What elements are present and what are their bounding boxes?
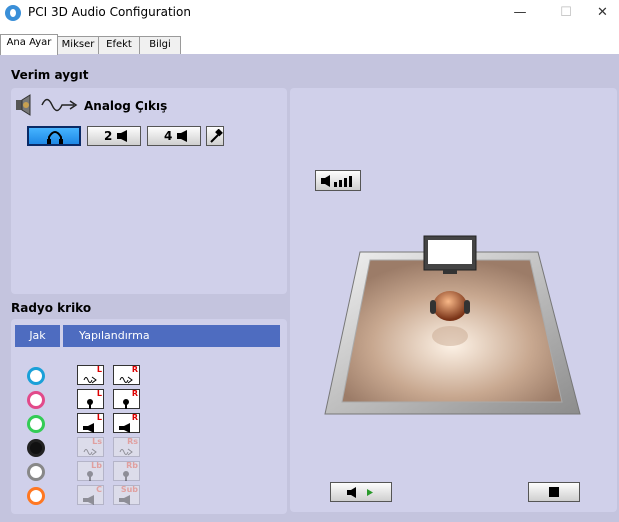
analog-output-label: Analog Çıkış bbox=[84, 99, 168, 113]
channel-icon bbox=[82, 370, 97, 384]
channel-icon bbox=[82, 394, 94, 409]
window-title: PCI 3D Audio Configuration bbox=[28, 5, 191, 19]
tab-bilgi[interactable]: Bilgi bbox=[139, 36, 181, 54]
stop-button[interactable] bbox=[528, 482, 580, 502]
play-speaker-icon bbox=[347, 487, 373, 498]
four-speaker-label: 4 bbox=[164, 129, 173, 143]
channel-label: R bbox=[131, 413, 138, 422]
channel-icon bbox=[82, 418, 94, 433]
jack-section-title: Radyo kriko bbox=[11, 301, 92, 315]
3d-room-scene bbox=[324, 235, 581, 415]
jack-right-channel-button[interactable]: R bbox=[113, 389, 140, 409]
channel-icon bbox=[82, 490, 94, 505]
jack-panel bbox=[11, 319, 287, 514]
listener-head-icon bbox=[433, 291, 467, 321]
jack-left-channel-button[interactable]: L bbox=[77, 365, 104, 385]
jack-right-channel-button[interactable]: R bbox=[113, 365, 140, 385]
jack-column-header: Jak bbox=[15, 325, 60, 347]
channel-label: R bbox=[131, 389, 138, 398]
jack-color-icon[interactable] bbox=[27, 391, 45, 409]
jack-color-icon[interactable] bbox=[27, 367, 45, 385]
tab-strip: Ana Ayar Mikser Efekt Bilgi bbox=[0, 34, 619, 55]
config-column-header: Yapılandırma bbox=[63, 325, 280, 347]
hammer-icon bbox=[210, 129, 223, 143]
channel-label: L bbox=[96, 365, 102, 374]
channel-label: C bbox=[96, 485, 102, 494]
headphones-button[interactable] bbox=[27, 126, 81, 146]
jack-right-channel-button[interactable]: Rb bbox=[113, 461, 140, 481]
jack-right-channel-button[interactable]: Rs bbox=[113, 437, 140, 457]
device-section-title: Verim aygıt bbox=[11, 68, 89, 82]
jack-color-icon[interactable] bbox=[27, 415, 45, 433]
device-panel bbox=[11, 88, 287, 294]
channel-label: R bbox=[131, 365, 138, 374]
channel-label: L bbox=[96, 389, 102, 398]
channel-icon bbox=[118, 418, 130, 433]
volume-level-icon bbox=[321, 175, 352, 187]
two-speaker-button[interactable]: 2 bbox=[87, 126, 141, 146]
jack-left-channel-button[interactable]: C bbox=[77, 485, 104, 505]
jack-left-channel-button[interactable]: Lb bbox=[77, 461, 104, 481]
volume-button[interactable] bbox=[315, 170, 361, 191]
channel-icon bbox=[118, 394, 130, 409]
two-speaker-label: 2 bbox=[104, 129, 113, 143]
jack-left-channel-button[interactable]: L bbox=[77, 389, 104, 409]
main-content: Verim aygıt Analog Çıkış 2 4 Radyo kriko… bbox=[0, 54, 619, 522]
play-button[interactable] bbox=[330, 482, 392, 502]
four-speaker-button[interactable]: 4 bbox=[147, 126, 201, 146]
close-button[interactable]: ✕ bbox=[586, 0, 619, 28]
channel-label: Sub bbox=[120, 485, 138, 494]
jack-color-icon[interactable] bbox=[27, 439, 45, 457]
jack-right-channel-button[interactable]: Sub bbox=[113, 485, 140, 505]
jack-left-channel-button[interactable]: L bbox=[77, 413, 104, 433]
channel-label: Lb bbox=[91, 461, 102, 470]
jack-color-icon[interactable] bbox=[27, 487, 45, 505]
headphones-icon bbox=[47, 131, 63, 144]
channel-label: Ls bbox=[92, 437, 102, 446]
title-bar: PCI 3D Audio Configuration — ☐ ✕ bbox=[0, 0, 619, 28]
jack-color-icon[interactable] bbox=[27, 463, 45, 481]
channel-label: Rs bbox=[127, 437, 138, 446]
tab-efekt[interactable]: Efekt bbox=[98, 36, 140, 54]
minimize-button[interactable]: — bbox=[497, 0, 543, 28]
stop-icon bbox=[549, 487, 559, 497]
speaker-icon bbox=[177, 130, 187, 142]
app-icon bbox=[5, 5, 21, 21]
jack-right-channel-button[interactable]: R bbox=[113, 413, 140, 433]
jack-left-channel-button[interactable]: Ls bbox=[77, 437, 104, 457]
channel-label: L bbox=[96, 413, 102, 422]
speaker-wave-icon bbox=[16, 94, 78, 116]
tab-mikser[interactable]: Mikser bbox=[57, 36, 99, 54]
channel-icon bbox=[118, 370, 133, 384]
speaker-icon bbox=[117, 130, 127, 142]
maximize-button[interactable]: ☐ bbox=[543, 0, 589, 28]
settings-hammer-button[interactable] bbox=[206, 126, 224, 146]
channel-label: Rb bbox=[126, 461, 138, 470]
tab-ana-ayar[interactable]: Ana Ayar bbox=[0, 34, 58, 55]
